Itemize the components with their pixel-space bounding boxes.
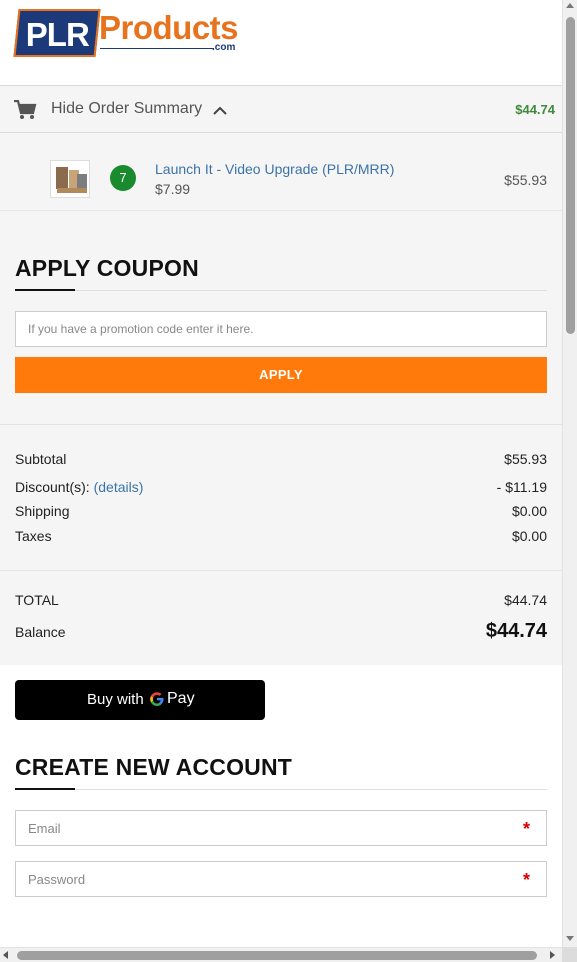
- checkout-page: PLR Products .com Hide Order Summary $44…: [0, 0, 577, 962]
- logo-com-text: .com: [212, 42, 236, 53]
- scroll-right-arrow-icon[interactable]: [550, 951, 555, 959]
- shipping-value: $0.00: [511, 503, 547, 519]
- scroll-down-arrow-icon[interactable]: [566, 936, 574, 941]
- subtotal-value: $55.93: [504, 451, 547, 467]
- order-line-item: 7 Launch It - Video Upgrade (PLR/MRR) $7…: [0, 133, 562, 211]
- password-required-asterisk: *: [522, 870, 530, 890]
- scroll-up-arrow-icon[interactable]: [566, 3, 574, 8]
- discount-details-link[interactable]: (details): [94, 479, 144, 495]
- email-placeholder: Email: [28, 821, 61, 836]
- order-summary-panel: [0, 133, 562, 665]
- discount-label-row: Discount(s): (details): [15, 479, 143, 495]
- logo-plr-block: PLR: [13, 9, 101, 57]
- coupon-divider: [0, 424, 562, 425]
- order-summary-toggle[interactable]: Hide Order Summary $44.74: [0, 85, 562, 133]
- password-placeholder: Password: [28, 872, 86, 887]
- google-pay-button[interactable]: Buy with Pay: [15, 680, 265, 720]
- total-label: TOTAL: [15, 592, 59, 608]
- logo-plr-text: PLR: [25, 16, 89, 53]
- page-content: PLR Products .com Hide Order Summary $44…: [0, 0, 562, 947]
- product-name-link[interactable]: Launch It - Video Upgrade (PLR/MRR): [155, 161, 394, 177]
- email-required-asterisk: *: [522, 819, 530, 839]
- coupon-code-input[interactable]: [15, 311, 547, 347]
- apply-coupon-button[interactable]: APPLY: [15, 357, 547, 393]
- google-g-icon: [150, 692, 164, 706]
- vertical-scroll-thumb[interactable]: [566, 17, 575, 334]
- logo-underline: [100, 48, 214, 49]
- taxes-label: Taxes: [15, 528, 52, 544]
- taxes-value: $0.00: [511, 528, 547, 544]
- balance-label: Balance: [15, 624, 66, 640]
- summary-total-amount: $44.74: [515, 102, 555, 117]
- email-field[interactable]: Email *: [15, 810, 547, 846]
- order-summary-toggle-label: Hide Order Summary: [51, 100, 203, 117]
- vertical-scrollbar[interactable]: [562, 0, 577, 947]
- subtotal-label: Subtotal: [15, 451, 67, 467]
- gpay-pay-label: Pay: [167, 690, 195, 707]
- product-unit-price: $7.99: [155, 181, 191, 197]
- product-line-total: $55.93: [504, 172, 547, 188]
- quantity-badge: 7: [110, 165, 136, 191]
- totals-divider: [0, 570, 562, 571]
- scrollbar-corner: [562, 947, 577, 962]
- cart-icon: [14, 100, 37, 119]
- product-thumbnail: [50, 160, 90, 198]
- chevron-up-icon: [213, 106, 227, 115]
- horizontal-scrollbar[interactable]: [0, 947, 562, 962]
- create-account-heading: CREATE NEW ACCOUNT: [15, 754, 293, 780]
- balance-value: $44.74: [485, 620, 547, 642]
- total-value: $44.74: [504, 592, 547, 608]
- horizontal-scroll-thumb[interactable]: [17, 951, 537, 960]
- scroll-left-arrow-icon[interactable]: [3, 951, 8, 959]
- apply-coupon-heading: APPLY COUPON: [15, 255, 199, 281]
- plr-products-logo[interactable]: PLR Products .com: [13, 7, 241, 59]
- password-field[interactable]: Password *: [15, 861, 547, 897]
- shipping-label: Shipping: [15, 503, 70, 519]
- discount-value: - $11.19: [496, 479, 547, 495]
- discount-label: Discount(s):: [15, 479, 90, 495]
- create-account-rule: [15, 788, 547, 790]
- gpay-buy-with-label: Buy with: [87, 691, 144, 708]
- apply-coupon-rule: [15, 289, 547, 291]
